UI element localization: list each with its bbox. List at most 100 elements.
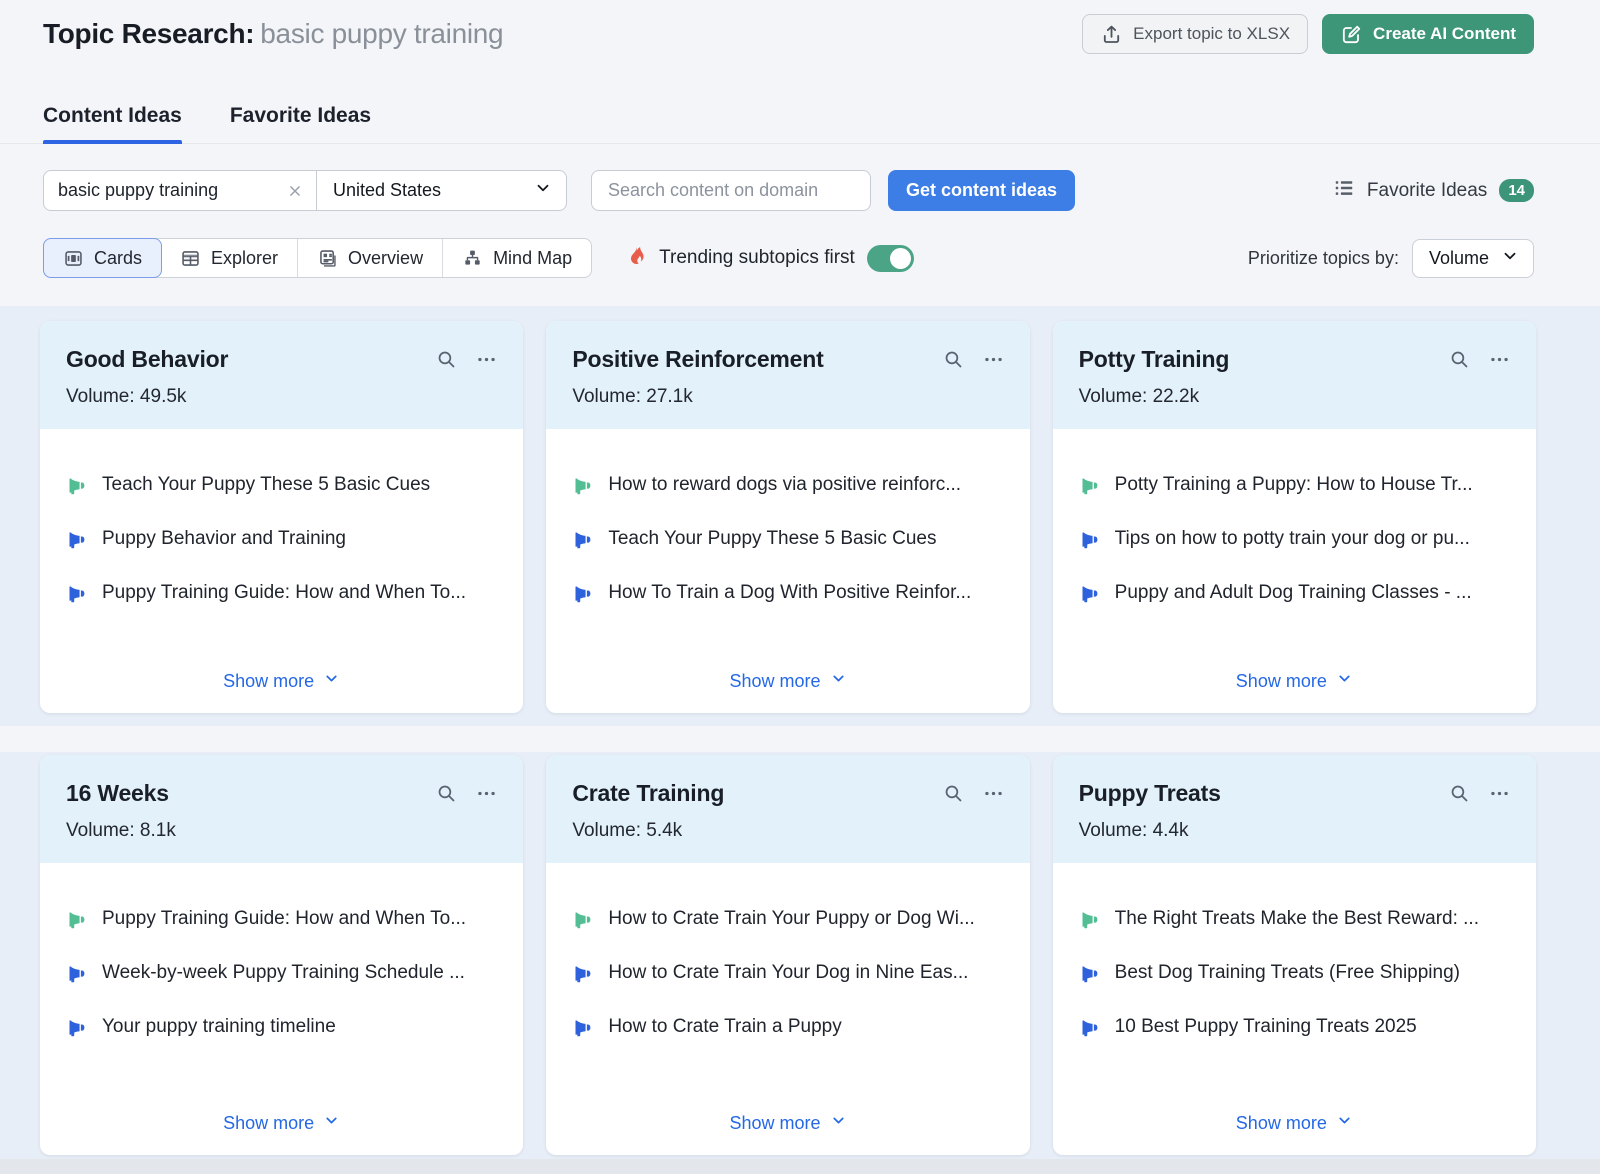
more-options-icon[interactable] xyxy=(983,349,1004,370)
megaphone-icon xyxy=(572,475,593,502)
tab-favorite-ideas[interactable]: Favorite Ideas xyxy=(230,104,371,143)
more-options-icon[interactable] xyxy=(1489,783,1510,804)
search-topic-icon[interactable] xyxy=(1449,349,1470,370)
megaphone-icon xyxy=(66,583,87,610)
trending-label: Trending subtopics first xyxy=(659,247,855,269)
topic-query-control: United States xyxy=(43,170,567,211)
megaphone-icon xyxy=(572,963,593,990)
search-topic-icon[interactable] xyxy=(1449,783,1470,804)
megaphone-icon xyxy=(1079,529,1100,556)
search-topic-icon[interactable] xyxy=(943,349,964,370)
trending-toggle[interactable] xyxy=(867,245,914,272)
content-idea[interactable]: Puppy Training Guide: How and When To... xyxy=(66,908,497,936)
trending-subtopics-control: Trending subtopics first xyxy=(624,244,914,273)
topic-volume: Volume: 27.1k xyxy=(572,386,1003,408)
card-body: Puppy Training Guide: How and When To...… xyxy=(40,863,523,1155)
card-header: Puppy Treats Volume: 4.4k xyxy=(1053,755,1536,863)
card-header: 16 Weeks Volume: 8.1k xyxy=(40,755,523,863)
show-more-button[interactable]: Show more xyxy=(1236,670,1353,692)
topic-title: 16 Weeks xyxy=(66,780,169,807)
more-options-icon[interactable] xyxy=(983,783,1004,804)
topic-volume: Volume: 22.2k xyxy=(1079,386,1510,408)
card-header: Potty Training Volume: 22.2k xyxy=(1053,321,1536,429)
content-idea[interactable]: Tips on how to potty train your dog or p… xyxy=(1079,528,1510,556)
megaphone-icon xyxy=(66,529,87,556)
content-idea[interactable]: How to Crate Train a Puppy xyxy=(572,1016,1003,1044)
view-mode-switcher: Cards Explorer Overview Mind Map xyxy=(43,238,592,278)
content-idea[interactable]: 10 Best Puppy Training Treats 2025 xyxy=(1079,1016,1510,1044)
toggle-knob xyxy=(890,248,911,269)
megaphone-icon xyxy=(572,909,593,936)
content-idea[interactable]: Puppy and Adult Dog Training Classes - .… xyxy=(1079,582,1510,610)
content-idea[interactable]: How to reward dogs via positive reinforc… xyxy=(572,474,1003,502)
create-ai-content-button[interactable]: Create AI Content xyxy=(1322,14,1534,54)
export-xlsx-button[interactable]: Export topic to XLSX xyxy=(1082,14,1308,54)
content-idea[interactable]: Potty Training a Puppy: How to House Tr.… xyxy=(1079,474,1510,502)
content-idea[interactable]: Your puppy training timeline xyxy=(66,1016,497,1044)
megaphone-icon xyxy=(66,963,87,990)
card-body: How to reward dogs via positive reinforc… xyxy=(546,429,1029,713)
more-options-icon[interactable] xyxy=(476,783,497,804)
content-idea[interactable]: Best Dog Training Treats (Free Shipping) xyxy=(1079,962,1510,990)
clear-query-icon[interactable] xyxy=(274,171,316,210)
megaphone-icon xyxy=(66,909,87,936)
megaphone-icon xyxy=(572,529,593,556)
region-select[interactable]: United States xyxy=(316,171,566,210)
content-idea[interactable]: Week-by-week Puppy Training Schedule ... xyxy=(66,962,497,990)
cards-grid-row2: 16 Weeks Volume: 8.1k Puppy Training Gui… xyxy=(0,755,1600,1155)
view-mode-cards[interactable]: Cards xyxy=(43,238,162,278)
report-view-icon xyxy=(317,248,338,269)
view-mode-overview[interactable]: Overview xyxy=(298,239,443,277)
sitemap-view-icon xyxy=(462,248,483,269)
show-more-button[interactable]: Show more xyxy=(223,1112,340,1134)
search-topic-icon[interactable] xyxy=(436,783,457,804)
content-idea[interactable]: Teach Your Puppy These 5 Basic Cues xyxy=(66,474,497,502)
upload-icon xyxy=(1100,23,1123,46)
show-more-button[interactable]: Show more xyxy=(729,1112,846,1134)
megaphone-icon xyxy=(66,1017,87,1044)
card-header: Crate Training Volume: 5.4k xyxy=(546,755,1029,863)
megaphone-icon xyxy=(1079,909,1100,936)
view-mode-explorer[interactable]: Explorer xyxy=(161,239,298,277)
tab-content-ideas[interactable]: Content Ideas xyxy=(43,104,182,143)
megaphone-icon xyxy=(1079,475,1100,502)
content-idea[interactable]: Teach Your Puppy These 5 Basic Cues xyxy=(572,528,1003,556)
prioritize-control: Prioritize topics by: Volume xyxy=(1248,239,1534,278)
more-options-icon[interactable] xyxy=(476,349,497,370)
prioritize-select[interactable]: Volume xyxy=(1412,239,1534,278)
topic-card-good-behavior: Good Behavior Volume: 49.5k Teach Your P… xyxy=(40,321,523,713)
search-topic-icon[interactable] xyxy=(943,783,964,804)
show-more-button[interactable]: Show more xyxy=(1236,1112,1353,1134)
content-idea[interactable]: Puppy Training Guide: How and When To... xyxy=(66,582,497,610)
cards-grid-row1: Good Behavior Volume: 49.5k Teach Your P… xyxy=(0,321,1600,713)
megaphone-icon xyxy=(66,475,87,502)
topic-card-crate-training: Crate Training Volume: 5.4k How to Crate… xyxy=(546,755,1029,1155)
topic-card-16-weeks: 16 Weeks Volume: 8.1k Puppy Training Gui… xyxy=(40,755,523,1155)
search-topic-icon[interactable] xyxy=(436,349,457,370)
content-idea[interactable]: The Right Treats Make the Best Reward: .… xyxy=(1079,908,1510,936)
edit-icon xyxy=(1340,23,1363,46)
get-content-ideas-button[interactable]: Get content ideas xyxy=(888,170,1075,211)
show-more-button[interactable]: Show more xyxy=(729,670,846,692)
page-title: Topic Research:basic puppy training xyxy=(43,18,503,50)
card-body: Teach Your Puppy These 5 Basic Cues Pupp… xyxy=(40,429,523,713)
content-idea[interactable]: Puppy Behavior and Training xyxy=(66,528,497,556)
page-title-prefix: Topic Research: xyxy=(43,18,254,49)
favorite-count-badge: 14 xyxy=(1499,179,1534,202)
topic-query-input[interactable] xyxy=(44,171,274,210)
content-idea[interactable]: How to Crate Train Your Dog in Nine Eas.… xyxy=(572,962,1003,990)
megaphone-icon xyxy=(1079,1017,1100,1044)
view-mode-mindmap[interactable]: Mind Map xyxy=(443,239,591,277)
card-body: The Right Treats Make the Best Reward: .… xyxy=(1053,863,1536,1155)
topic-research-page: Topic Research:basic puppy training Expo… xyxy=(0,0,1600,1174)
domain-search-input[interactable] xyxy=(591,170,871,211)
megaphone-icon xyxy=(1079,963,1100,990)
list-icon xyxy=(1333,177,1355,205)
more-options-icon[interactable] xyxy=(1489,349,1510,370)
show-more-button[interactable]: Show more xyxy=(223,670,340,692)
bottom-edge-strip xyxy=(0,1159,1600,1174)
content-idea[interactable]: How to Crate Train Your Puppy or Dog Wi.… xyxy=(572,908,1003,936)
content-idea[interactable]: How To Train a Dog With Positive Reinfor… xyxy=(572,582,1003,610)
topic-volume: Volume: 49.5k xyxy=(66,386,497,408)
favorite-ideas-link[interactable]: Favorite Ideas 14 xyxy=(1333,177,1534,205)
